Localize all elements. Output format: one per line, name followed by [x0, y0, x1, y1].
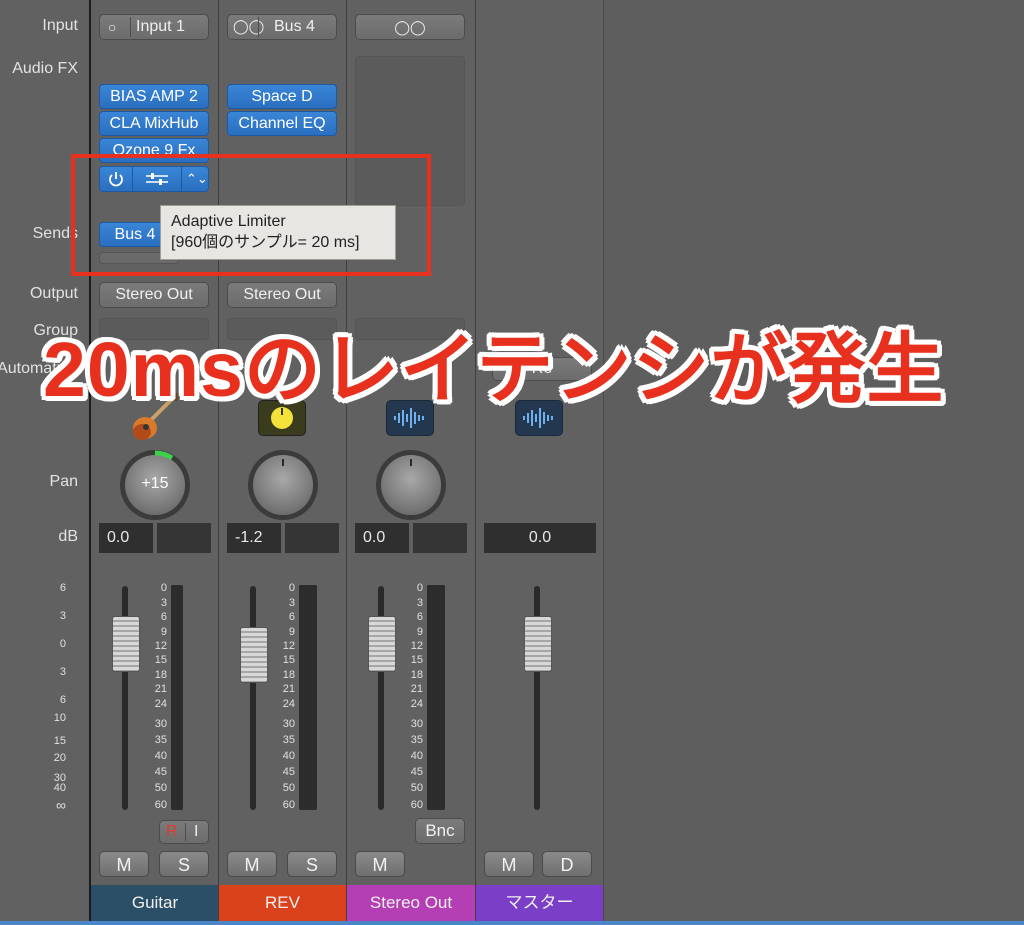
peak-readout [157, 523, 211, 553]
mute-button[interactable]: M [484, 851, 534, 877]
stereo-link-icon: ◯◯ [394, 19, 426, 35]
input-row-label: Input [42, 17, 78, 34]
pan-knob[interactable] [253, 455, 313, 515]
mute-button[interactable]: M [99, 851, 149, 877]
pan-row-label: Pan [49, 473, 78, 490]
bottom-accent-bar [0, 921, 1024, 925]
db-readout: 0.0 [484, 523, 596, 553]
peak-readout [413, 523, 467, 553]
input-monitor-button[interactable]: I [194, 821, 198, 843]
bounce-button[interactable]: Bnc [415, 818, 465, 844]
row-label-column: Input Audio FX Sends Output Group Automa… [0, 0, 90, 925]
audio-fx-slot-1[interactable]: Space D [227, 84, 337, 109]
level-meter [171, 585, 183, 810]
pan-knob[interactable]: +15 [125, 450, 185, 515]
channel-strip-rev: ◯◯ Bus 4 Space D Channel EQ Stereo Out -… [218, 0, 346, 925]
level-meter [299, 585, 317, 810]
pan-knob[interactable] [381, 455, 441, 515]
track-name[interactable]: Stereo Out [347, 885, 475, 921]
output-slot[interactable]: Stereo Out [99, 282, 209, 308]
track-name[interactable]: Guitar [91, 885, 219, 921]
output-row-label: Output [29, 285, 78, 302]
input-slot-label: Bus 4 [274, 18, 315, 35]
volume-fader-handle[interactable] [240, 627, 268, 683]
volume-fader-track [250, 586, 256, 810]
db-readout: -1.2 [227, 523, 281, 553]
volume-fader-handle[interactable] [524, 616, 552, 672]
audio-fx-slot-1[interactable]: BIAS AMP 2 [99, 84, 209, 109]
audio-fx-slot-2[interactable]: CLA MixHub [99, 111, 209, 136]
db-row-label: dB [58, 528, 78, 545]
input-slot[interactable]: ◯◯ Bus 4 [227, 14, 337, 40]
empty-mixer-area [603, 0, 1024, 925]
solo-button[interactable]: S [159, 851, 209, 877]
latency-caption: 20msのレイテンシが発生 [43, 327, 945, 413]
stereo-link-icon: ◯◯ [233, 18, 265, 34]
channel-strip-guitar: ○ Input 1 BIAS AMP 2 CLA MixHub Ozone 9 … [89, 0, 219, 925]
mono-input-icon: ○ [108, 19, 117, 35]
stereo-format-button[interactable]: ◯◯ [355, 14, 465, 40]
peak-readout [285, 523, 339, 553]
channel-strip-master: Re 0.0 M D マスター [475, 0, 603, 925]
mute-button[interactable]: M [355, 851, 405, 877]
output-slot[interactable]: Stereo Out [227, 282, 337, 308]
db-readout: 0.0 [99, 523, 153, 553]
read-input-group: R I [159, 820, 209, 844]
db-readout: 0.0 [355, 523, 409, 553]
pan-value: +15 [141, 475, 169, 492]
level-meter [427, 585, 445, 810]
automation-read-button[interactable]: R [166, 821, 178, 843]
dim-button[interactable]: D [542, 851, 592, 877]
volume-fader-handle[interactable] [368, 616, 396, 672]
highlight-box [71, 154, 431, 276]
volume-fader-handle[interactable] [112, 616, 140, 672]
input-slot[interactable]: ○ Input 1 [99, 14, 209, 40]
channel-strip-stereo-out: ◯◯ 0.0 0 3 6 9 12 15 18 21 24 30 35 40 4… [346, 0, 475, 925]
mute-button[interactable]: M [227, 851, 277, 877]
solo-button[interactable]: S [287, 851, 337, 877]
track-name[interactable]: REV [219, 885, 346, 921]
audio-fx-row-label: Audio FX [12, 60, 78, 77]
input-slot-label: Input 1 [136, 18, 185, 35]
audio-fx-slot-2[interactable]: Channel EQ [227, 111, 337, 136]
track-name[interactable]: マスター [476, 885, 603, 921]
